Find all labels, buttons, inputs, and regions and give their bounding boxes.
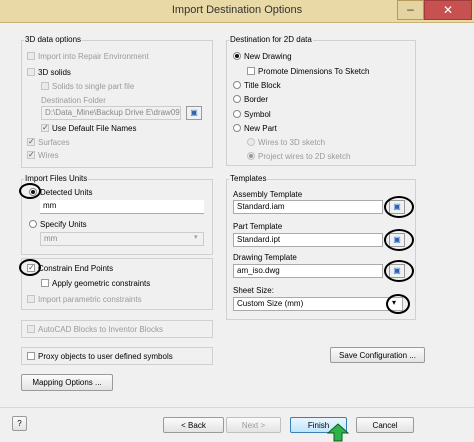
surfaces-checkbox[interactable]	[27, 138, 35, 146]
drawing-template-input[interactable]: am_iso.dwg	[233, 264, 383, 278]
destination-folder-input[interactable]: D:\Data_Mine\Backup Drive E\draw096-20	[41, 106, 181, 120]
constrain-end-points-label: Constrain End Points	[38, 264, 114, 273]
import-parametric-checkbox[interactable]	[27, 295, 35, 303]
browse-folder-button[interactable]: ▣	[186, 106, 202, 120]
title-block-label: Title Block	[244, 81, 281, 90]
autocad-blocks-label: AutoCAD Blocks to Inventor Blocks	[38, 325, 163, 334]
close-icon: ✕	[442, 3, 454, 17]
default-names-label: Use Default File Names	[52, 124, 137, 133]
solids-label: 3D solids	[38, 68, 71, 77]
wires-label: Wires	[38, 151, 59, 160]
promote-dimensions-label: Promote Dimensions To Sketch	[258, 67, 370, 76]
assembly-template-input[interactable]: Standard.iam	[233, 200, 383, 214]
part-template-label: Part Template	[233, 222, 283, 231]
specify-units-label: Specify Units	[40, 220, 87, 229]
specify-units-select[interactable]: mm	[40, 232, 204, 246]
symbol-radio[interactable]	[233, 110, 241, 118]
mapping-options-button[interactable]: Mapping Options ...	[21, 374, 113, 391]
import-units-title: Import Files Units	[24, 174, 89, 183]
import-repair-checkbox[interactable]	[27, 52, 35, 60]
minimize-icon: –	[407, 2, 414, 16]
next-button[interactable]: Next >	[226, 417, 281, 433]
help-icon: ?	[17, 419, 22, 428]
project-2d-label: Project wires to 2D sketch	[258, 152, 351, 161]
new-part-radio[interactable]	[233, 124, 241, 132]
wires-checkbox[interactable]	[27, 151, 35, 159]
border-label: Border	[244, 95, 269, 104]
autocad-blocks-checkbox[interactable]	[27, 325, 35, 333]
detected-units-label: Detected Units	[40, 188, 93, 197]
destination-folder-label: Destination Folder	[41, 96, 106, 105]
single-part-checkbox[interactable]	[41, 82, 49, 90]
apply-geometric-label: Apply geometric constraints	[52, 279, 151, 288]
annotation-circle	[384, 260, 414, 282]
folder-icon: ▣	[190, 108, 198, 117]
wires-3d-label: Wires to 3D sketch	[258, 138, 326, 147]
chevron-down-icon: ▾	[194, 234, 198, 241]
promote-dimensions-checkbox[interactable]	[247, 67, 255, 75]
new-drawing-label: New Drawing	[244, 52, 292, 61]
symbol-label: Symbol	[244, 110, 271, 119]
detected-units-field: mm	[40, 200, 204, 214]
apply-geometric-checkbox[interactable]	[41, 279, 49, 287]
surfaces-label: Surfaces	[38, 138, 70, 147]
project-2d-radio[interactable]	[247, 152, 255, 160]
templates-title: Templates	[229, 174, 268, 183]
annotation-circle	[19, 183, 41, 199]
drawing-template-label: Drawing Template	[233, 253, 297, 262]
sheet-size-select[interactable]: Custom Size (mm)	[233, 297, 403, 311]
up-arrow-icon	[327, 423, 349, 442]
destination-2d-title: Destination for 2D data	[229, 35, 313, 44]
3d-data-options-title: 3D data options	[24, 35, 83, 44]
minimize-button[interactable]: –	[397, 0, 424, 20]
cancel-button[interactable]: Cancel	[356, 417, 414, 433]
annotation-circle	[384, 229, 414, 251]
specify-units-radio[interactable]	[29, 220, 37, 228]
proxy-label: Proxy objects to user defined symbols	[38, 352, 173, 361]
wires-3d-radio[interactable]	[247, 138, 255, 146]
single-part-label: Solids to single part file	[52, 82, 135, 91]
import-parametric-label: Import parametric constraints	[38, 295, 142, 304]
annotation-circle	[384, 196, 414, 218]
assembly-template-label: Assembly Template	[233, 190, 303, 199]
import-repair-label: Import into Repair Environment	[38, 52, 149, 61]
save-configuration-button[interactable]: Save Configuration ...	[330, 347, 425, 363]
annotation-circle	[19, 259, 41, 276]
solids-checkbox[interactable]	[27, 68, 35, 76]
title-block-radio[interactable]	[233, 81, 241, 89]
border-radio[interactable]	[233, 95, 241, 103]
annotation-circle	[386, 294, 410, 314]
new-drawing-radio[interactable]	[233, 52, 241, 60]
help-button[interactable]: ?	[12, 416, 27, 431]
default-names-checkbox[interactable]	[41, 124, 49, 132]
close-button[interactable]: ✕	[424, 0, 472, 20]
sheet-size-label: Sheet Size:	[233, 286, 274, 295]
back-button[interactable]: < Back	[163, 417, 224, 433]
footer-divider	[0, 407, 474, 408]
proxy-checkbox[interactable]	[27, 352, 35, 360]
part-template-input[interactable]: Standard.ipt	[233, 233, 383, 247]
new-part-label: New Part	[244, 124, 277, 133]
